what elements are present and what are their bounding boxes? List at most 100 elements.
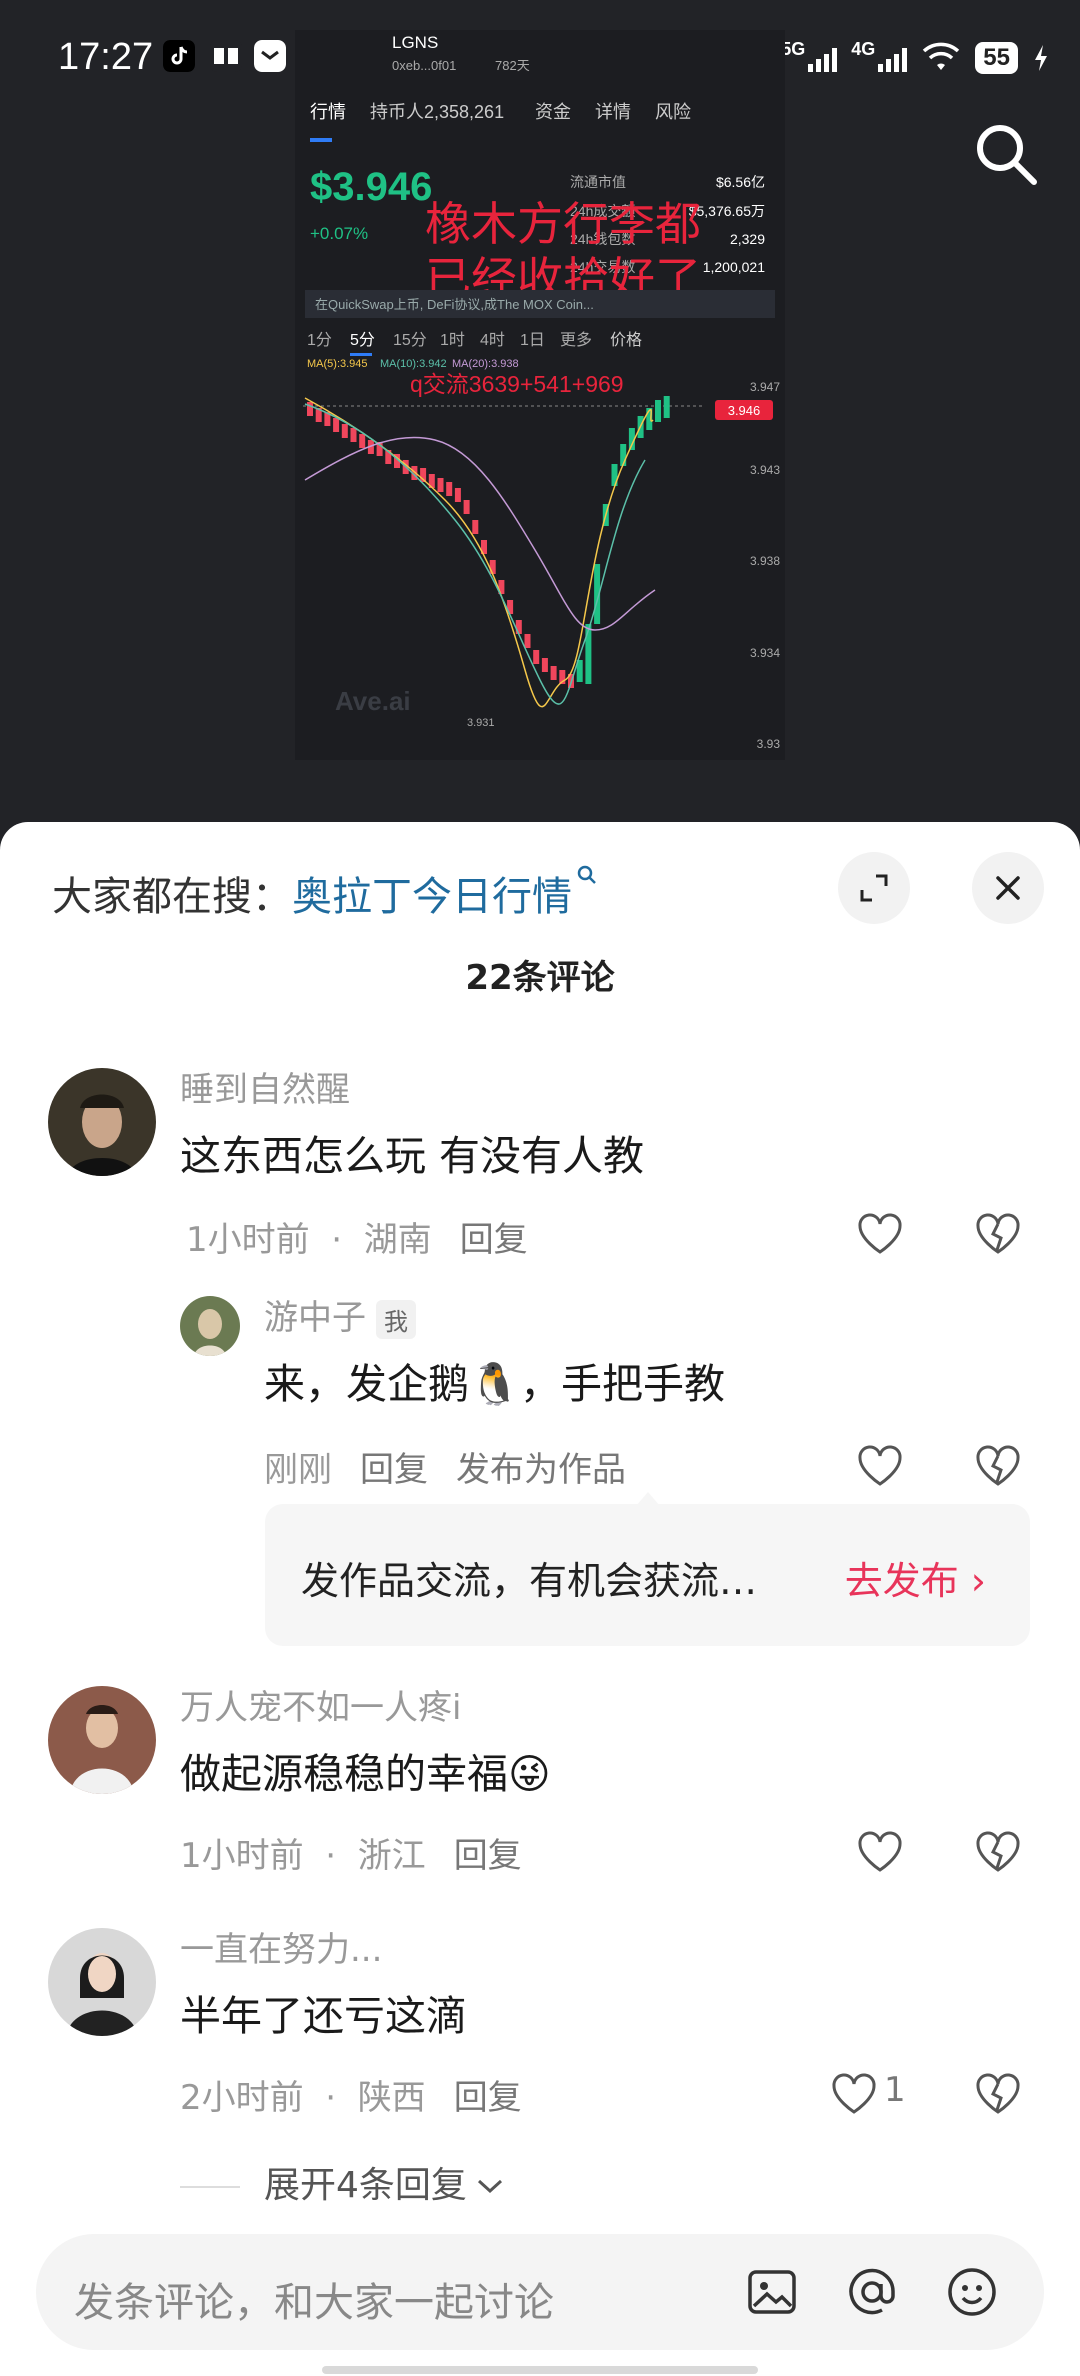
close-button[interactable] <box>972 852 1044 924</box>
candle <box>463 500 470 514</box>
timeframe-more[interactable]: 更多 <box>560 331 592 349</box>
comment-meta: 2小时前 · 陕西 回复 <box>180 2078 522 2118</box>
candle <box>550 666 557 680</box>
search-icon[interactable] <box>970 118 1042 190</box>
comment-input[interactable]: 发条评论，和大家一起讨论 <box>36 2234 1044 2350</box>
comment-text: 做起源稳稳的幸福😜 <box>180 1750 551 1798</box>
hot-search-link[interactable]: 奥拉丁今日行情 <box>292 874 572 920</box>
timeframe-1d[interactable]: 1日 <box>520 332 545 349</box>
expand-button[interactable] <box>838 852 910 924</box>
broken-heart-icon[interactable] <box>972 1208 1024 1260</box>
tiktok-icon <box>163 40 195 72</box>
stat-value-3: 1,200,021 <box>703 259 765 275</box>
reply-text: 来，发企鹅🐧，手把手教 <box>264 1360 726 1408</box>
reply-username[interactable]: 游中子我 <box>264 1290 416 1339</box>
comment-time: 2小时前 <box>180 2078 304 2118</box>
reply-button[interactable]: 回复 <box>454 2078 522 2118</box>
hot-search-prefix: 大家都在搜： <box>52 874 292 920</box>
heart-icon[interactable] <box>854 1826 906 1878</box>
comment-meta: 1小时前 · 浙江 回复 <box>180 1836 522 1876</box>
timeframe-4h[interactable]: 4时 <box>480 331 505 349</box>
timeframe-1m[interactable]: 1分 <box>307 331 332 349</box>
tab-active-indicator <box>310 138 332 142</box>
price-tag-text: 3.946 <box>728 403 761 418</box>
candle <box>454 488 461 502</box>
token-address: 0xeb...0f01 <box>392 58 456 73</box>
reply-time: 刚刚 <box>264 1450 332 1490</box>
chevron-down-icon <box>477 2179 502 2194</box>
broken-heart-icon[interactable] <box>972 2068 1024 2120</box>
comment-username[interactable]: 万人宠不如一人疼i <box>180 1680 461 1729</box>
candle <box>655 400 661 422</box>
candle <box>446 482 453 496</box>
heart-icon[interactable] <box>828 2068 880 2120</box>
publish-as-post-button[interactable]: 发布为作品 <box>456 1450 626 1490</box>
candle <box>307 402 313 416</box>
ma10-line <box>304 403 646 705</box>
message-app-icon <box>254 40 286 72</box>
timeframe-5m[interactable]: 5分 <box>350 331 375 349</box>
overlay-text-line1: 橡木方行李都 <box>425 198 701 250</box>
tab-holders[interactable]: 持币人2,358,261 <box>370 102 504 122</box>
avatar[interactable] <box>180 1296 240 1356</box>
comment-meta: 1小时前 · 湖南 回复 <box>186 1220 528 1260</box>
heart-icon[interactable] <box>854 1208 906 1260</box>
reply-button[interactable]: 回复 <box>360 1450 428 1490</box>
at-mention-icon[interactable] <box>844 2264 900 2320</box>
timeframe-price[interactable]: 价格 <box>610 331 642 349</box>
comment-time: 1小时前 <box>180 1836 304 1876</box>
tab-market[interactable]: 行情 <box>310 102 346 122</box>
ma20-line <box>304 436 656 631</box>
charging-icon <box>1035 45 1047 71</box>
comment-region: 湖南 <box>363 1220 432 1260</box>
candle <box>350 428 357 442</box>
comment-username[interactable]: 睡到自然醒 <box>180 1062 350 1111</box>
publish-tip-box[interactable]: 发作品交流，有机会获流… 去发布 › <box>265 1504 1030 1646</box>
broken-heart-icon[interactable] <box>972 1440 1024 1492</box>
go-publish-link[interactable]: 去发布 › <box>845 1550 986 1605</box>
candle <box>472 520 479 534</box>
search-small-icon <box>577 865 596 884</box>
current-price: $3.946 <box>310 165 432 209</box>
expand-replies-label: 展开4条回复 <box>264 2165 467 2206</box>
comment-text: 半年了还亏这滴 <box>180 1992 467 2040</box>
tab-details[interactable]: 详情 <box>595 102 631 122</box>
y-tick-0: 3.947 <box>750 380 780 394</box>
watermark: Ave.ai <box>335 686 411 716</box>
y-tick-3: 3.934 <box>750 646 780 660</box>
low-label: 3.931 <box>467 717 495 729</box>
comment-username[interactable]: 一直在努力... <box>180 1922 382 1971</box>
candle <box>333 418 340 432</box>
reply-button[interactable]: 回复 <box>454 1836 522 1876</box>
candle <box>663 396 670 418</box>
image-icon[interactable] <box>744 2264 800 2320</box>
status-time: 17:27 <box>58 36 154 78</box>
y-tick-1: 3.943 <box>750 463 780 477</box>
emoji-icon[interactable] <box>944 2264 1000 2320</box>
post-image-chart-screenshot[interactable]: LGNS 0xeb...0f01 782天 行情 持币人2,358,261 资金… <box>295 30 785 760</box>
comment-region: 陕西 <box>357 2078 426 2118</box>
comment-count: 22条评论 <box>465 958 615 998</box>
timeframe-15m[interactable]: 15分 <box>393 331 427 349</box>
expand-replies-button[interactable]: 展开4条回复 <box>264 2156 505 2208</box>
close-icon <box>996 876 1020 900</box>
home-indicator <box>322 2366 758 2374</box>
wifi-icon <box>923 42 960 70</box>
reply-button[interactable]: 回复 <box>460 1220 528 1260</box>
signal-2-icon: 4G <box>851 39 908 72</box>
avatar[interactable] <box>48 1686 156 1794</box>
tab-funds[interactable]: 资金 <box>535 102 571 122</box>
comments-sheet: 大家都在搜：奥拉丁今日行情 22条评论 睡到自然醒 这东西怎么玩 有没有人教 1… <box>0 822 1080 2376</box>
heart-icon[interactable] <box>854 1440 906 1492</box>
token-age: 782天 <box>495 58 530 73</box>
tab-risk[interactable]: 风险 <box>655 102 691 122</box>
avatar[interactable] <box>48 1928 156 2036</box>
broken-heart-icon[interactable] <box>972 1826 1024 1878</box>
timeframe-selector[interactable]: 1分 5分 15分 1时 4时 1日 更多 价格 <box>307 331 642 356</box>
avatar[interactable] <box>48 1068 156 1176</box>
candle <box>524 634 531 648</box>
reply-username-text: 游中子 <box>264 1298 366 1338</box>
timeframe-1h[interactable]: 1时 <box>440 331 465 349</box>
comment-region: 浙江 <box>357 1836 426 1876</box>
timeframe-indicator <box>350 353 372 356</box>
